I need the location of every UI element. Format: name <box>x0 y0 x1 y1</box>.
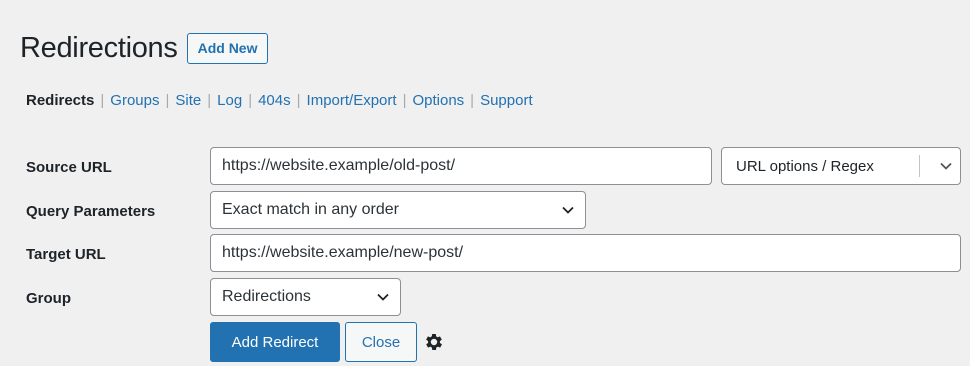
target-url-input[interactable]: https://website.example/new-post/ <box>210 234 961 272</box>
query-parameters-value: Exact match in any order <box>222 201 399 218</box>
add-redirect-button[interactable]: Add Redirect <box>210 322 340 362</box>
page-title: Redirections <box>20 31 178 64</box>
query-parameters-label: Query Parameters <box>26 203 156 220</box>
chevron-down-icon <box>562 206 574 214</box>
source-url-label: Source URL <box>26 159 112 176</box>
subnav-item-options[interactable]: Options <box>412 92 464 109</box>
target-url-label: Target URL <box>26 246 106 263</box>
subnav-separator: | <box>165 92 170 109</box>
url-options-label[interactable]: URL options / Regex <box>722 158 919 175</box>
subnav: Redirects | Groups | Site | Log | 404s | Import/Ex… <box>26 92 533 109</box>
source-url-input[interactable]: https://website.example/old-post/ <box>210 147 712 185</box>
url-options-dropdown[interactable]: URL options / Regex <box>721 147 961 185</box>
group-value: Redirections <box>222 288 311 305</box>
target-url-value: https://website.example/new-post/ <box>222 244 464 261</box>
group-label: Group <box>26 290 71 307</box>
url-options-toggle[interactable] <box>920 162 960 170</box>
query-parameters-select[interactable]: Exact match in any order <box>210 191 586 229</box>
subnav-item-import-export[interactable]: Import/Export <box>307 92 397 109</box>
subnav-separator: | <box>296 92 301 109</box>
subnav-separator: | <box>248 92 253 109</box>
chevron-down-icon <box>940 162 952 170</box>
subnav-item-groups[interactable]: Groups <box>110 92 159 109</box>
close-button[interactable]: Close <box>345 322 417 362</box>
subnav-separator: | <box>470 92 475 109</box>
gear-icon[interactable] <box>423 331 445 353</box>
subnav-separator: | <box>207 92 212 109</box>
subnav-item-site[interactable]: Site <box>175 92 201 109</box>
source-url-value: https://website.example/old-post/ <box>222 157 456 174</box>
subnav-separator: | <box>402 92 407 109</box>
redirections-page: Redirections Add New Redirects | Groups | Si… <box>20 26 960 110</box>
subnav-item-log[interactable]: Log <box>217 92 242 109</box>
subnav-item-redirects[interactable]: Redirects <box>26 92 94 109</box>
chevron-down-icon <box>377 293 389 301</box>
subnav-item-support[interactable]: Support <box>480 92 533 109</box>
add-new-button[interactable]: Add New <box>186 32 269 64</box>
subnav-item-404s[interactable]: 404s <box>258 92 291 109</box>
group-select[interactable]: Redirections <box>210 278 401 316</box>
title-row: Redirections Add New <box>20 26 960 70</box>
subnav-separator: | <box>100 92 105 109</box>
